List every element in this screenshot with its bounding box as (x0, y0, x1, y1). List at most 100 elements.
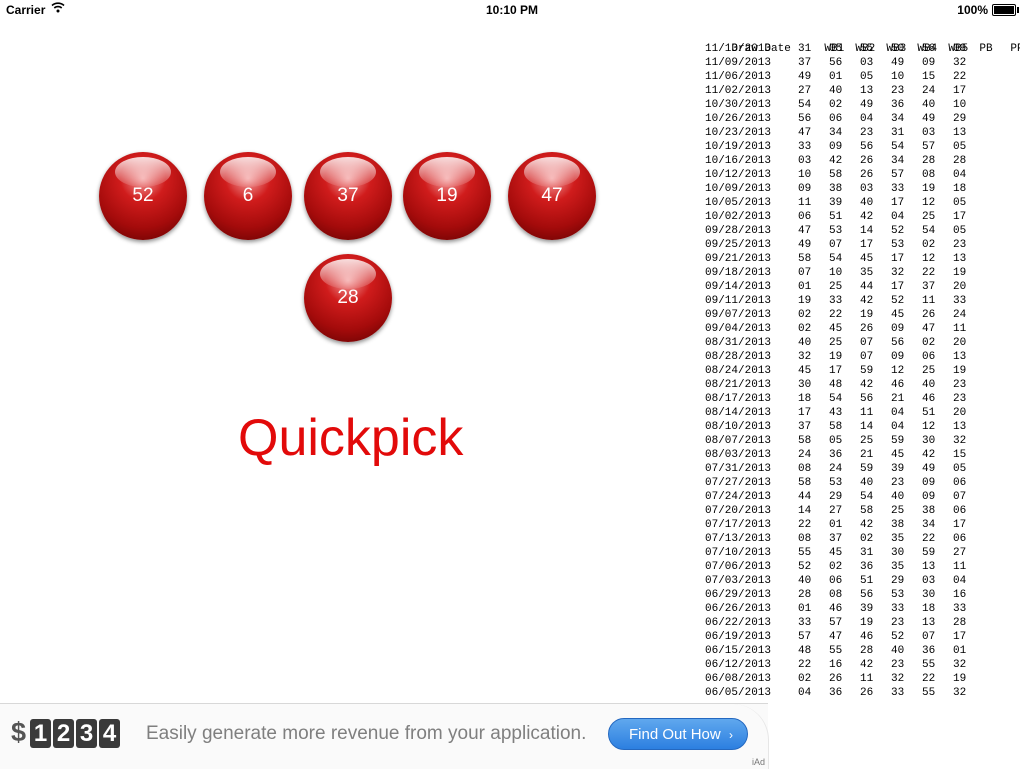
cell-wb2: 05 (829, 435, 843, 447)
cell-wb2: 10 (829, 267, 843, 279)
cell-date: 08/07/2013 (705, 435, 772, 447)
cell-wb2: 54 (829, 393, 843, 405)
cell-wb3: 03 (860, 183, 874, 195)
cell-date: 08/28/2013 (705, 351, 772, 363)
cell-wb2: 40 (829, 85, 843, 97)
cell-wb2: 34 (829, 127, 843, 139)
cell-date: 09/28/2013 (705, 225, 772, 237)
cell-wb5: 34 (922, 519, 936, 531)
table-row: 06/29/2013 28 08 56 53 30 16 (705, 588, 1020, 602)
cell-wb5: 30 (922, 435, 936, 447)
cell-wb1: 58 (798, 435, 812, 447)
cell-wb3: 11 (860, 673, 874, 685)
cell-wb3: 56 (860, 589, 874, 601)
cell-wb3: 28 (860, 645, 874, 657)
cell-wb5: 57 (922, 141, 936, 153)
table-row: 06/12/2013 22 16 42 23 55 32 (705, 658, 1020, 672)
cell-pb: 27 (953, 547, 967, 559)
battery-icon (992, 4, 1019, 16)
cell-wb3: 46 (860, 631, 874, 643)
cell-wb4: 17 (891, 281, 905, 293)
cell-wb2: 22 (829, 309, 843, 321)
cell-wb5: 22 (922, 673, 936, 685)
cell-wb2: 51 (829, 211, 843, 223)
cell-wb4: 53 (891, 589, 905, 601)
cell-wb2: 25 (829, 337, 843, 349)
cell-wb4: 40 (891, 645, 905, 657)
cell-pb: 17 (953, 519, 967, 531)
cell-wb3: 31 (860, 547, 874, 559)
cell-wb4: 09 (891, 323, 905, 335)
cell-wb4: 52 (891, 295, 905, 307)
cell-wb1: 37 (798, 57, 812, 69)
cell-wb1: 24 (798, 449, 812, 461)
cell-pb: 23 (953, 239, 967, 251)
cell-date: 09/04/2013 (705, 323, 772, 335)
cell-wb4: 25 (891, 505, 905, 517)
cell-wb2: 45 (829, 323, 843, 335)
cell-wb2: 06 (829, 575, 843, 587)
cell-wb2: 53 (829, 225, 843, 237)
cell-wb2: 02 (829, 99, 843, 111)
cell-wb1: 57 (798, 631, 812, 643)
cell-wb5: 09 (922, 477, 936, 489)
cell-wb3: 21 (860, 449, 874, 461)
cell-wb1: 33 (798, 617, 812, 629)
cell-pb: 33 (953, 295, 967, 307)
ball-number: 37 (337, 185, 359, 206)
cell-wb2: 53 (829, 477, 843, 489)
cell-date: 06/12/2013 (705, 659, 772, 671)
cell-wb3: 59 (860, 463, 874, 475)
cell-wb2: 24 (829, 463, 843, 475)
cell-wb5: 25 (922, 211, 936, 223)
cell-pb: 15 (953, 449, 967, 461)
cell-wb2: 43 (829, 407, 843, 419)
cell-date: 08/21/2013 (705, 379, 772, 391)
cell-wb2: 37 (829, 533, 843, 545)
find-out-how-button[interactable]: Find Out How › (608, 718, 748, 750)
cell-wb3: 49 (860, 99, 874, 111)
cell-wb1: 32 (798, 351, 812, 363)
cell-pb: 05 (953, 225, 967, 237)
cell-pb: 09 (953, 43, 967, 55)
cell-pb: 18 (953, 183, 967, 195)
cell-date: 07/20/2013 (705, 505, 772, 517)
cell-wb4: 32 (891, 267, 905, 279)
cell-wb1: 55 (798, 547, 812, 559)
cell-wb2: 38 (829, 183, 843, 195)
cell-wb2: 27 (829, 505, 843, 517)
draw-history-table[interactable]: Draw DateWB1WB2WB3WB4WB5PBPP 11/13/2013 3… (705, 28, 1020, 704)
cell-pb: 23 (953, 379, 967, 391)
cell-wb5: 59 (922, 547, 936, 559)
cell-wb3: 42 (860, 295, 874, 307)
table-row: 06/15/2013 48 55 28 40 36 01 (705, 644, 1020, 658)
cell-pb: 32 (953, 687, 967, 699)
cell-pb: 20 (953, 337, 967, 349)
battery-percentage: 100% (957, 3, 988, 17)
table-row: 07/06/2013 52 02 36 35 13 11 (705, 560, 1020, 574)
cell-wb4: 54 (891, 141, 905, 153)
white-ball-3: 37 (304, 152, 392, 240)
table-row: 11/02/2013 27 40 13 23 24 17 (705, 84, 1020, 98)
cell-pb: 32 (953, 659, 967, 671)
iad-banner[interactable]: $ 1 2 3 4 Easily generate more revenue f… (0, 703, 769, 769)
cell-wb2: 36 (829, 687, 843, 699)
table-row: 08/03/2013 24 36 21 45 42 15 (705, 448, 1020, 462)
cell-wb5: 03 (922, 127, 936, 139)
table-row: 10/02/2013 06 51 42 04 25 17 (705, 210, 1020, 224)
cell-wb1: 01 (798, 603, 812, 615)
cell-date: 09/07/2013 (705, 309, 772, 321)
cell-date: 11/06/2013 (705, 71, 772, 83)
white-ball-2: 6 (204, 152, 292, 240)
quickpick-button[interactable]: Quickpick (238, 408, 463, 468)
cell-wb2: 47 (829, 631, 843, 643)
cell-pb: 04 (953, 169, 967, 181)
cell-date: 07/10/2013 (705, 547, 772, 559)
cell-wb5: 24 (922, 85, 936, 97)
table-row: 08/24/2013 45 17 59 12 25 19 (705, 364, 1020, 378)
cell-wb5: 15 (922, 71, 936, 83)
cell-pb: 13 (953, 351, 967, 363)
cell-wb1: 45 (798, 365, 812, 377)
cell-wb4: 33 (891, 603, 905, 615)
cell-pb: 11 (953, 561, 967, 573)
